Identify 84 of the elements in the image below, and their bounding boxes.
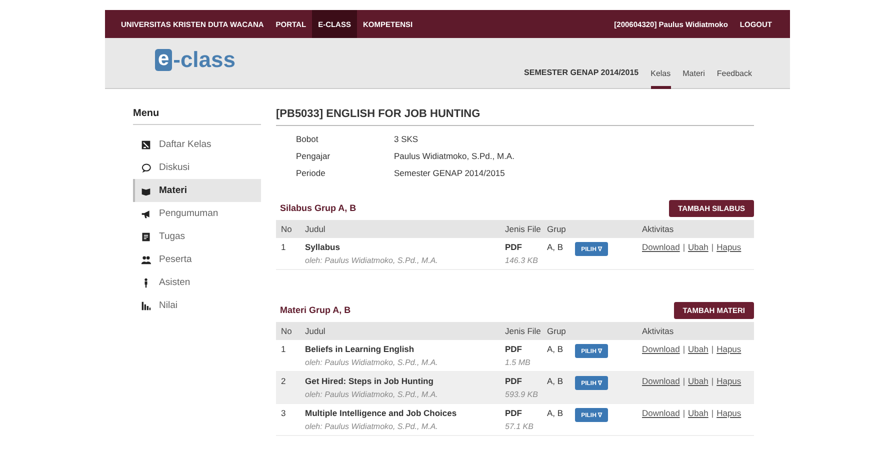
separator-text: | — [711, 376, 714, 386]
file-type: PDF — [505, 242, 523, 252]
row-number: 2 — [281, 376, 286, 386]
clipboard-icon — [141, 232, 151, 242]
logo-mark: e — [155, 49, 172, 71]
file-type: PDF — [505, 408, 523, 418]
action-link[interactable]: Ubah — [688, 376, 708, 386]
info-value: Paulus Widiatmoko, S.Pd., M.A. — [394, 151, 516, 161]
action-link[interactable]: Download — [642, 376, 680, 386]
action-link[interactable]: Hapus — [716, 408, 742, 418]
separator-text: | — [711, 408, 714, 418]
column-header: Judul — [305, 326, 326, 336]
column-header: Grup — [547, 326, 567, 336]
info-label: Pengajar — [296, 151, 332, 161]
column-header: Jenis File — [505, 326, 542, 336]
menu-title: Menu — [133, 108, 261, 125]
header-tab[interactable]: Kelas — [650, 69, 671, 89]
file-size: 57.1 KB — [505, 422, 534, 431]
separator-text: | — [682, 408, 686, 418]
separator-text: | — [682, 344, 686, 354]
course-title: [PB5033] ENGLISH FOR JOB HUNTING — [276, 108, 754, 126]
sidebar-item[interactable]: Asisten — [133, 271, 261, 294]
sidebar-item[interactable]: Peserta — [133, 248, 261, 271]
file-size: 593.9 KB — [505, 390, 539, 399]
action-link[interactable]: Hapus — [716, 376, 742, 386]
info-label: Bobot — [296, 134, 320, 144]
action-link[interactable]: Hapus — [716, 242, 742, 252]
info-label: Periode — [296, 168, 326, 178]
file-size: 1.5 MB — [505, 358, 532, 367]
row-number: 3 — [281, 408, 286, 418]
group-value: A, B — [547, 408, 564, 418]
file-title: Get Hired: Steps in Job Hunting — [305, 376, 434, 386]
column-header: No — [281, 224, 293, 234]
action-link[interactable]: Ubah — [688, 408, 708, 418]
action-link[interactable]: Download — [642, 408, 680, 418]
column-header: Jenis File — [505, 224, 542, 234]
header-tab[interactable]: Feedback — [716, 69, 752, 89]
group-value: A, B — [547, 376, 564, 386]
separator-text: | — [711, 242, 714, 252]
column-header: Judul — [305, 224, 326, 234]
section-title: Materi Grup A, B — [279, 305, 351, 315]
group-value: A, B — [547, 344, 564, 354]
column-header: Aktivitas — [642, 326, 675, 336]
file-author: oleh: Paulus Widiatmoko, S.Pd., M.A. — [305, 390, 439, 399]
file-type: PDF — [505, 376, 523, 386]
file-type: PDF — [505, 344, 523, 354]
sidebar-item[interactable]: Daftar Kelas — [133, 133, 261, 156]
separator-text: | — [682, 242, 686, 252]
sidebar-item[interactable]: Pengumuman — [133, 202, 261, 225]
section-title: Silabus Grup A, B — [279, 203, 356, 213]
file-title: Beliefs in Learning English — [305, 344, 416, 354]
logo-text: -class — [173, 47, 236, 73]
sidebar-item[interactable]: Diskusi — [133, 156, 261, 179]
action-link[interactable]: Download — [642, 242, 680, 252]
action-link[interactable]: Download — [642, 344, 680, 354]
column-header: Aktivitas — [642, 224, 675, 234]
file-author: oleh: Paulus Widiatmoko, S.Pd., M.A. — [305, 422, 439, 431]
file-author: oleh: Paulus Widiatmoko, S.Pd., M.A. — [305, 256, 439, 265]
separator-text: | — [682, 376, 686, 386]
separator-text: | — [711, 344, 714, 354]
action-link[interactable]: Ubah — [688, 344, 708, 354]
file-title: Syllabus — [305, 242, 341, 252]
file-size: 146.3 KB — [505, 256, 539, 265]
row-number: 1 — [281, 242, 286, 252]
column-header: No — [281, 326, 293, 336]
speech-bubble-icon — [141, 162, 151, 172]
column-header: Grup — [547, 224, 567, 234]
info-value: Semester GENAP 2014/2015 — [394, 168, 506, 178]
people-icon — [141, 254, 151, 264]
header-tab[interactable]: Materi — [682, 69, 705, 89]
bar-chart-icon — [141, 300, 151, 310]
file-author: oleh: Paulus Widiatmoko, S.Pd., M.A. — [305, 358, 439, 367]
action-link[interactable]: Ubah — [688, 242, 708, 252]
semester-label: SEMESTER GENAP 2014/2015 — [524, 68, 639, 79]
sidebar-item[interactable]: Tugas — [133, 225, 261, 248]
megaphone-icon — [141, 208, 151, 218]
book-icon — [141, 186, 151, 196]
file-title: Multiple Intelligence and Job Choices — [305, 408, 458, 418]
info-value: 3 SKS — [394, 134, 420, 144]
sidebar-item[interactable]: Materi — [133, 179, 261, 202]
sidebar-item[interactable]: Nilai — [133, 294, 261, 317]
group-value: A, B — [547, 242, 564, 252]
action-link[interactable]: Hapus — [716, 344, 742, 354]
row-number: 1 — [281, 344, 286, 354]
